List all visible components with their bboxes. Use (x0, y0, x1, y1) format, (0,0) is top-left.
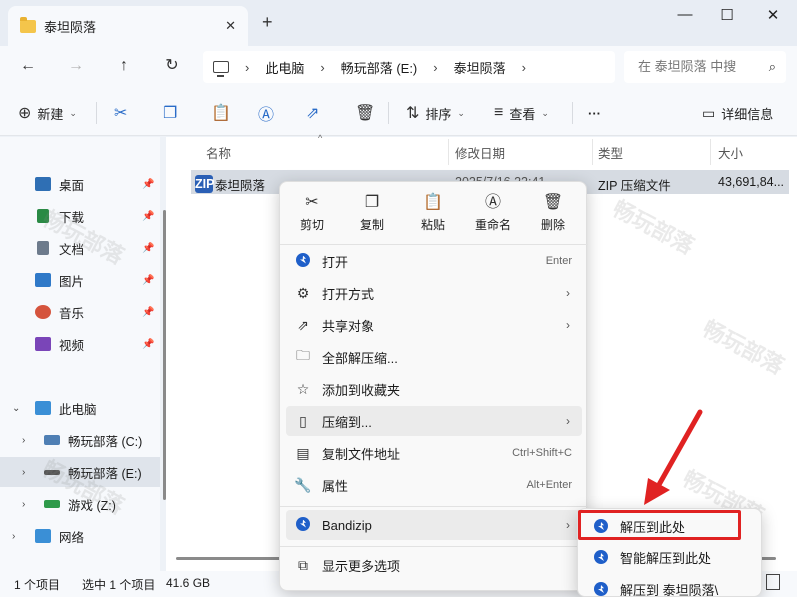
annotation-arrow (644, 409, 703, 505)
